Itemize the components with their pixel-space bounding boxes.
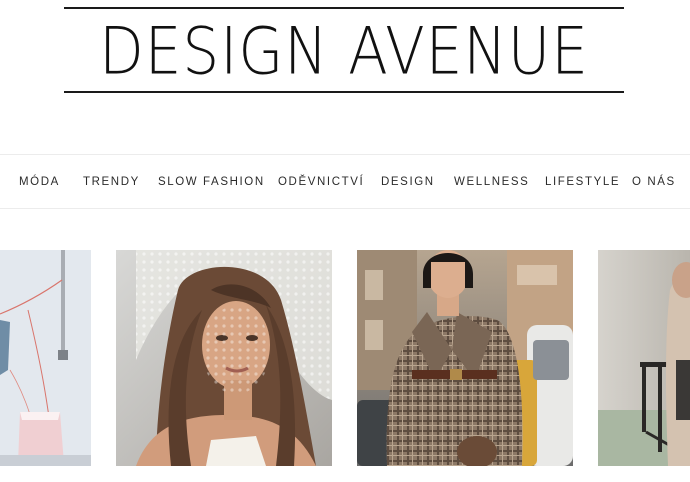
article-card-3[interactable] bbox=[357, 250, 573, 466]
nav-item-o-nas[interactable]: O NÁS bbox=[632, 174, 676, 190]
nav-item-lifestyle[interactable]: LIFESTYLE bbox=[545, 174, 620, 190]
nav-item-trendy[interactable]: TRENDY bbox=[83, 174, 140, 190]
hanging-clothes-photo bbox=[0, 250, 91, 466]
site-logo[interactable]: DESIGN AVENUE bbox=[64, 7, 624, 95]
woman-with-lace-shadow-photo bbox=[116, 250, 332, 466]
woman-in-plaid-blazer-photo bbox=[357, 250, 573, 466]
nav-item-moda[interactable]: MÓDA bbox=[19, 174, 60, 190]
article-card-1[interactable] bbox=[0, 250, 91, 466]
nav-item-wellness[interactable]: WELLNESS bbox=[454, 174, 529, 190]
logo-top-rule bbox=[64, 7, 624, 9]
nav-item-odevnictvi[interactable]: ODĚVNICTVÍ bbox=[278, 174, 364, 190]
nav-item-design[interactable]: DESIGN bbox=[381, 174, 435, 190]
logo-bottom-rule bbox=[64, 91, 624, 93]
page: DESIGN AVENUE MÓDA TRENDY SLOW FASHION O… bbox=[0, 0, 690, 482]
seated-person-photo bbox=[598, 250, 690, 466]
main-navigation: MÓDA TRENDY SLOW FASHION ODĚVNICTVÍ DESI… bbox=[0, 154, 690, 209]
article-card-2[interactable] bbox=[116, 250, 332, 466]
article-card-4[interactable] bbox=[598, 250, 690, 466]
logo-text: DESIGN AVENUE bbox=[99, 12, 589, 90]
nav-item-slow-fashion[interactable]: SLOW FASHION bbox=[158, 174, 265, 190]
